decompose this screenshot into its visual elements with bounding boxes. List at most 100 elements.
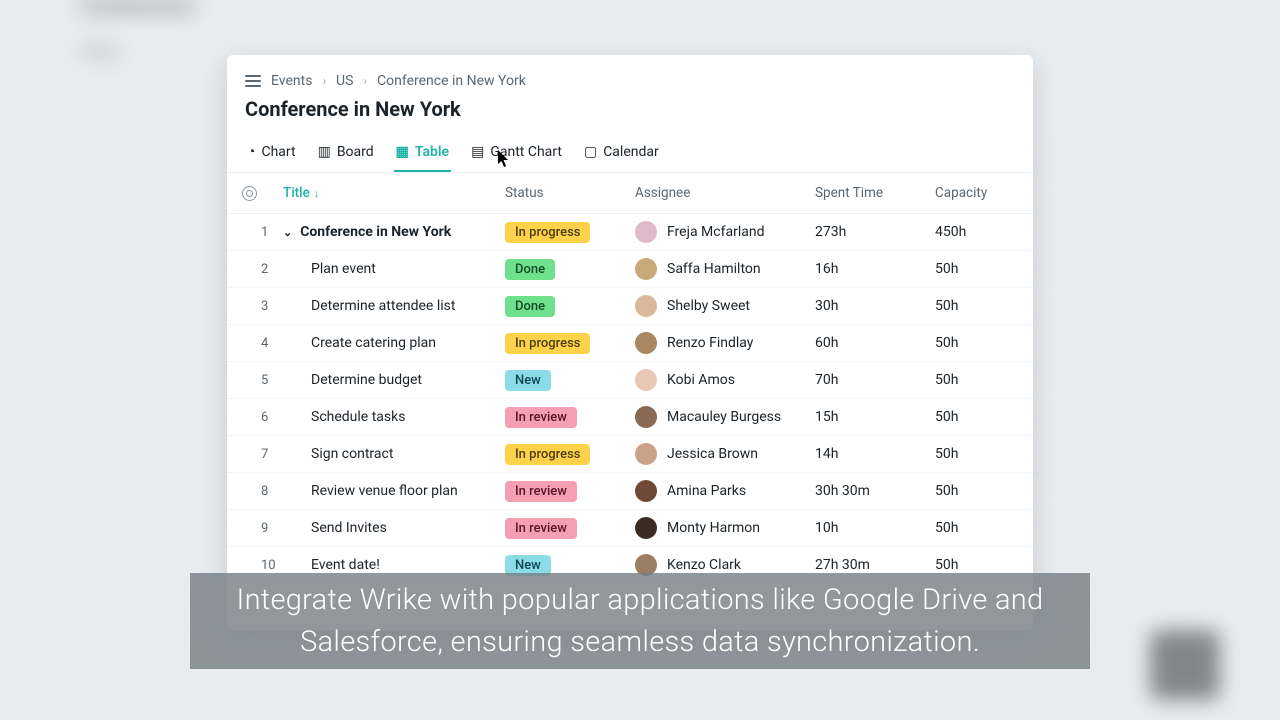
capacity-cell[interactable]: 50h — [935, 335, 1015, 351]
capacity-cell[interactable]: 50h — [935, 483, 1015, 499]
task-title-cell[interactable]: Sign contract — [283, 446, 505, 462]
status-badge[interactable]: In review — [505, 407, 577, 428]
table-row[interactable]: 9 Send Invites In review Monty Harmon10h50h — [227, 510, 1033, 547]
assignee-cell[interactable]: Jessica Brown — [635, 443, 815, 465]
assignee-cell[interactable]: Saffa Hamilton — [635, 258, 815, 280]
gear-icon[interactable] — [242, 186, 257, 201]
capacity-cell[interactable]: 450h — [935, 224, 1015, 240]
task-title: Schedule tasks — [311, 409, 405, 425]
task-title: Send Invites — [311, 520, 387, 536]
spent-time-cell[interactable]: 10h — [815, 520, 935, 536]
task-title-cell[interactable]: Review venue floor plan — [283, 483, 505, 499]
video-caption: Integrate Wrike with popular application… — [190, 573, 1090, 669]
status-badge[interactable]: In progress — [505, 333, 590, 354]
spent-time-cell[interactable]: 30h — [815, 298, 935, 314]
status-badge[interactable]: In progress — [505, 444, 590, 465]
table-row[interactable]: 5Determine budgetNewKobi Amos70h50h — [227, 362, 1033, 399]
row-number: 2 — [261, 262, 283, 277]
capacity-cell[interactable]: 50h — [935, 261, 1015, 277]
assignee-name: Macauley Burgess — [667, 409, 781, 425]
assignee-name: Shelby Sweet — [667, 298, 750, 314]
capacity-cell[interactable]: 50h — [935, 520, 1015, 536]
avatar — [635, 517, 657, 539]
table-row[interactable]: 6 Schedule tasks In review Macauley Burgess… — [227, 399, 1033, 436]
assignee-cell[interactable]: Monty Harmon — [635, 517, 815, 539]
status-badge[interactable]: In review — [505, 481, 577, 502]
assignee-cell[interactable]: Macauley Burgess — [635, 406, 815, 428]
status-badge[interactable]: Done — [505, 259, 555, 280]
assignee-name: Kobi Amos — [667, 372, 735, 388]
column-capacity[interactable]: Capacity — [935, 185, 1015, 201]
table-row[interactable]: 2Plan eventDone Saffa Hamilton 16h50h — [227, 251, 1033, 288]
breadcrumb-current[interactable]: Conference in New York — [377, 73, 526, 89]
assignee-cell[interactable]: Freja Mcfarland — [635, 221, 815, 243]
breadcrumb-events[interactable]: Events — [271, 73, 312, 89]
spent-time-cell[interactable]: 16h — [815, 261, 935, 277]
tab-label: Calendar — [603, 144, 659, 160]
status-badge[interactable]: Done — [505, 296, 555, 317]
status-badge[interactable]: In review — [505, 518, 577, 539]
task-title: Determine attendee list — [311, 298, 455, 314]
tab-calendar[interactable]: ▢Calendar — [582, 135, 661, 172]
tab-label: Table — [415, 144, 449, 160]
spent-time-cell[interactable]: 14h — [815, 446, 935, 462]
task-title-cell[interactable]: Schedule tasks — [283, 409, 505, 425]
chevron-down-icon[interactable]: ⌄ — [283, 226, 292, 239]
board-icon: ▥ — [318, 144, 331, 160]
table-row[interactable]: 4Create catering planIn progressRenzo Fi… — [227, 325, 1033, 362]
row-number: 9 — [261, 521, 283, 536]
table-row[interactable]: 8Review venue floor planIn reviewAmina P… — [227, 473, 1033, 510]
table-row[interactable]: 3Determine attendee listDoneShelby Sweet… — [227, 288, 1033, 325]
column-status[interactable]: Status — [505, 185, 635, 201]
task-title-cell[interactable]: Send Invites — [283, 520, 505, 536]
task-title: Review venue floor plan — [311, 483, 458, 499]
task-title-cell[interactable]: Create catering plan — [283, 335, 505, 351]
avatar — [635, 258, 657, 280]
spent-time-cell[interactable]: 273h — [815, 224, 935, 240]
capacity-cell[interactable]: 50h — [935, 557, 1015, 573]
breadcrumb-us[interactable]: US — [336, 73, 353, 89]
spent-time-cell[interactable]: 70h — [815, 372, 935, 388]
task-title-cell[interactable]: Plan event — [283, 261, 505, 277]
task-title-cell[interactable]: Determine attendee list — [283, 298, 505, 314]
spent-time-cell[interactable]: 60h — [815, 335, 935, 351]
row-number: 6 — [261, 410, 283, 425]
table-row[interactable]: 7Sign contractIn progressJessica Brown14… — [227, 436, 1033, 473]
avatar — [635, 295, 657, 317]
row-number: 1 — [261, 225, 283, 240]
tab-table[interactable]: ▦Table — [394, 135, 451, 172]
gantt-chart-icon: ▤ — [471, 144, 484, 160]
column-title[interactable]: Title↓ — [283, 185, 505, 201]
task-title: Determine budget — [311, 372, 422, 388]
tab-label: Board — [337, 144, 374, 160]
capacity-cell[interactable]: 50h — [935, 409, 1015, 425]
tab-gantt-chart[interactable]: ▤Gantt Chart — [469, 135, 564, 172]
assignee-name: Renzo Findlay — [667, 335, 753, 351]
task-title-cell[interactable]: ⌄Conference in New York — [283, 224, 505, 240]
assignee-name: Kenzo Clark — [667, 557, 741, 573]
capacity-cell[interactable]: 50h — [935, 298, 1015, 314]
spent-time-cell[interactable]: 30h 30m — [815, 483, 935, 499]
hamburger-icon[interactable] — [245, 75, 261, 87]
spent-time-cell[interactable]: 27h 30m — [815, 557, 935, 573]
avatar — [635, 406, 657, 428]
assignee-cell[interactable]: Amina Parks — [635, 480, 815, 502]
spent-time-cell[interactable]: 15h — [815, 409, 935, 425]
avatar — [635, 443, 657, 465]
chevron-right-icon: › — [322, 74, 326, 88]
assignee-cell[interactable]: Kobi Amos — [635, 369, 815, 391]
capacity-cell[interactable]: 50h — [935, 372, 1015, 388]
assignee-cell[interactable]: Shelby Sweet — [635, 295, 815, 317]
table-row[interactable]: 1⌄Conference in New YorkIn progress Freja… — [227, 214, 1033, 251]
status-badge[interactable]: In progress — [505, 222, 590, 243]
tab-chart[interactable]: ◔Chart — [245, 135, 298, 172]
column-assignee[interactable]: Assignee — [635, 185, 815, 201]
assignee-name: Saffa Hamilton — [667, 261, 761, 277]
status-badge[interactable]: New — [505, 370, 551, 391]
capacity-cell[interactable]: 50h — [935, 446, 1015, 462]
assignee-cell[interactable]: Renzo Findlay — [635, 332, 815, 354]
column-spent-time[interactable]: Spent Time — [815, 185, 935, 201]
task-title-cell[interactable]: Determine budget — [283, 372, 505, 388]
task-title-cell[interactable]: Event date! — [283, 557, 505, 573]
tab-board[interactable]: ▥ Board — [316, 135, 376, 172]
